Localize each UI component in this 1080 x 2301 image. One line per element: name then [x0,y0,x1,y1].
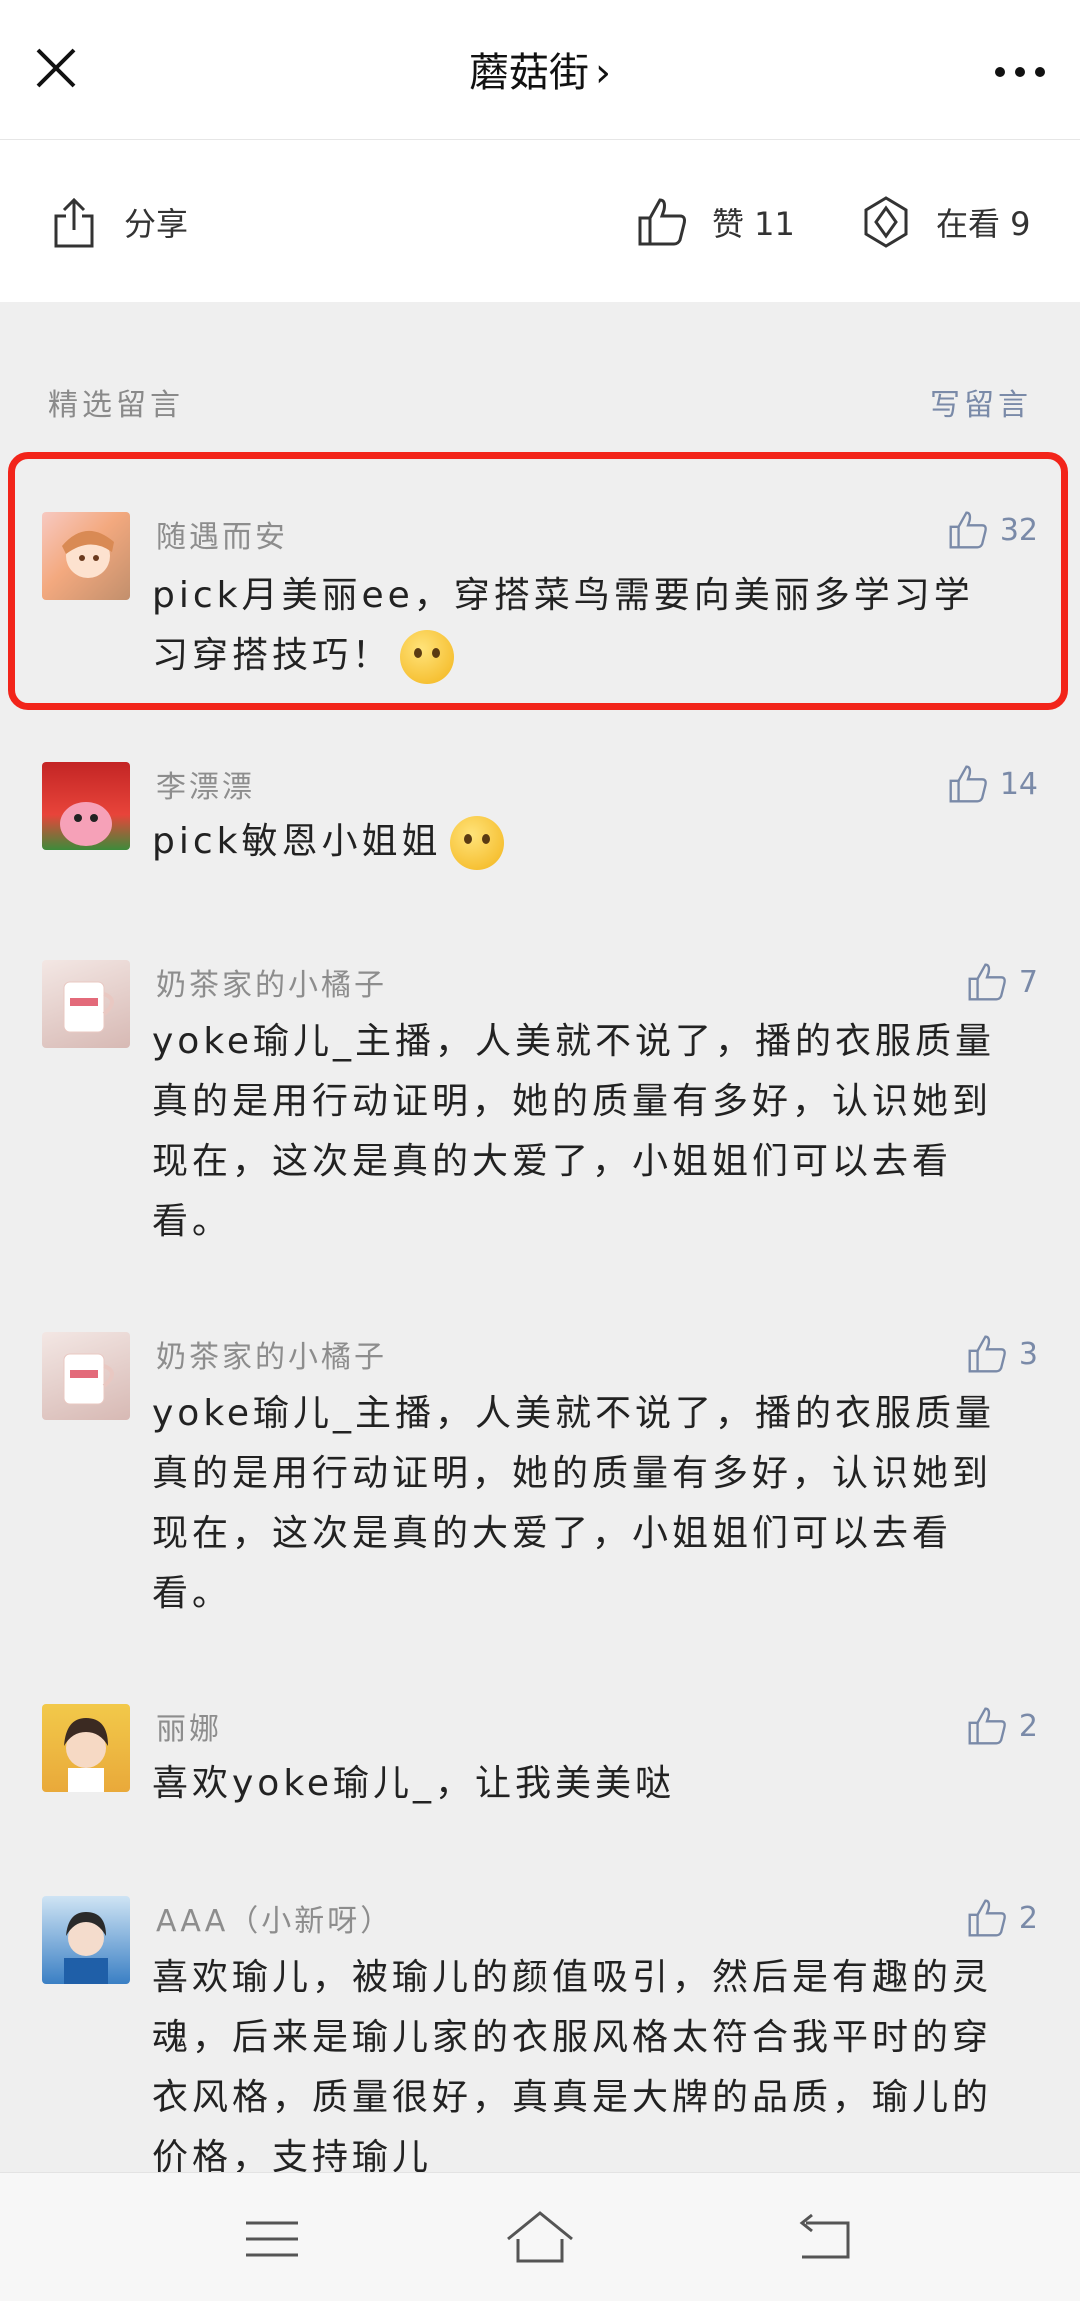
avatar-illustration [60,802,112,846]
avatar-illustration [63,1353,114,1405]
comment-text: yoke瑜儿_主播，人美就不说了，播的衣服质量真的是用行动证明，她的质量有多好，… [152,1021,996,1242]
avatar[interactable] [42,512,130,600]
comment-text-content: pick月美丽ee，穿搭菜鸟需要向美丽多学习学习穿搭技巧！ [152,575,974,676]
avatar-illustration [64,1912,108,1984]
thumbs-up-icon [968,1899,1006,1937]
avatar[interactable] [42,1332,130,1420]
thumbs-up-icon [949,511,987,549]
chevron-right-icon: › [595,50,611,96]
comment-text-content: pick敏恩小姐姐 [152,821,442,862]
avatar-illustration [62,530,114,578]
comment-text: yoke瑜儿_主播，人美就不说了，播的衣服质量真的是用行动证明，她的质量有多好，… [152,1393,996,1614]
watching-button[interactable]: 在看 9 [858,182,1031,262]
thumbs-up-icon [968,1335,1006,1373]
avatar-illustration [63,981,114,1033]
action-bar: 分享 赞 11 在看 9 [0,140,1080,302]
comment-like-count: 32 [999,512,1038,548]
comment-nickname: 奶茶家的小橘子 [156,968,387,1003]
home-icon[interactable] [500,2199,580,2279]
comment-nickname: AAA（小新呀） [156,1904,394,1939]
comment-text: 喜欢yoke瑜儿_，让我美美哒 [152,1763,676,1804]
comment-text: pick敏恩小姐姐 [152,812,1002,872]
watching-count-label: 在看 9 [936,205,1031,243]
winking-face-emoji-icon [400,630,455,684]
page-title-text: 蘑菇街 [469,50,589,96]
thumbs-up-icon [638,198,686,246]
page-title[interactable]: 蘑菇街 › [0,40,1080,98]
system-nav-bar [0,2172,1080,2301]
like-button[interactable]: 赞 11 [634,182,795,262]
comment-like-button[interactable]: 3 [965,1332,1038,1376]
comments-section-header: 精选留言 写留言 [0,302,1080,452]
comment-text: 喜欢瑜儿，被瑜儿的颜值吸引，然后是有趣的灵魂，后来是瑜儿家的衣服风格太符合我平时… [152,1957,993,2178]
top-bar: 蘑菇街 › [0,0,1080,140]
write-comment-link[interactable]: 写留言 [930,380,1032,424]
share-button[interactable]: 分享 [46,182,188,262]
comment-text: pick月美丽ee，穿搭菜鸟需要向美丽多学习学习穿搭技巧！ [152,566,1002,686]
avatar[interactable] [42,960,130,1048]
avatar-illustration [64,1718,108,1792]
share-label: 分享 [124,205,189,243]
watching-icon [864,196,908,248]
back-icon[interactable] [784,2199,864,2279]
more-icon[interactable] [990,52,1050,92]
comment-like-count: 3 [1018,1336,1038,1372]
thumbs-up-icon [968,1707,1006,1745]
comment-like-count: 2 [1018,1900,1038,1936]
menu-icon[interactable] [232,2199,312,2279]
comment-like-count: 14 [999,766,1038,802]
comment-like-button[interactable]: 2 [965,1896,1038,1940]
comment-like-button[interactable]: 32 [946,508,1038,552]
comment-like-button[interactable]: 7 [965,960,1038,1004]
comment-like-button[interactable]: 14 [946,762,1038,806]
comment-nickname: 丽娜 [156,1712,222,1747]
thumbs-up-icon [949,765,987,803]
thinking-face-emoji-icon [449,816,504,870]
comment-nickname: 李漂漂 [156,770,255,805]
comment-nickname: 奶茶家的小橘子 [156,1340,387,1375]
avatar[interactable] [42,1896,130,1984]
comment-nickname: 随遇而安 [156,520,288,555]
avatar[interactable] [42,1704,130,1792]
comment-like-count: 2 [1018,1708,1038,1744]
comment-like-button[interactable]: 2 [965,1704,1038,1748]
avatar[interactable] [42,762,130,850]
share-icon [54,197,94,248]
like-count-label: 赞 11 [712,205,795,243]
featured-comments-title: 精选留言 [48,388,184,423]
comment-like-count: 7 [1018,964,1038,1000]
thumbs-up-icon [968,963,1006,1001]
